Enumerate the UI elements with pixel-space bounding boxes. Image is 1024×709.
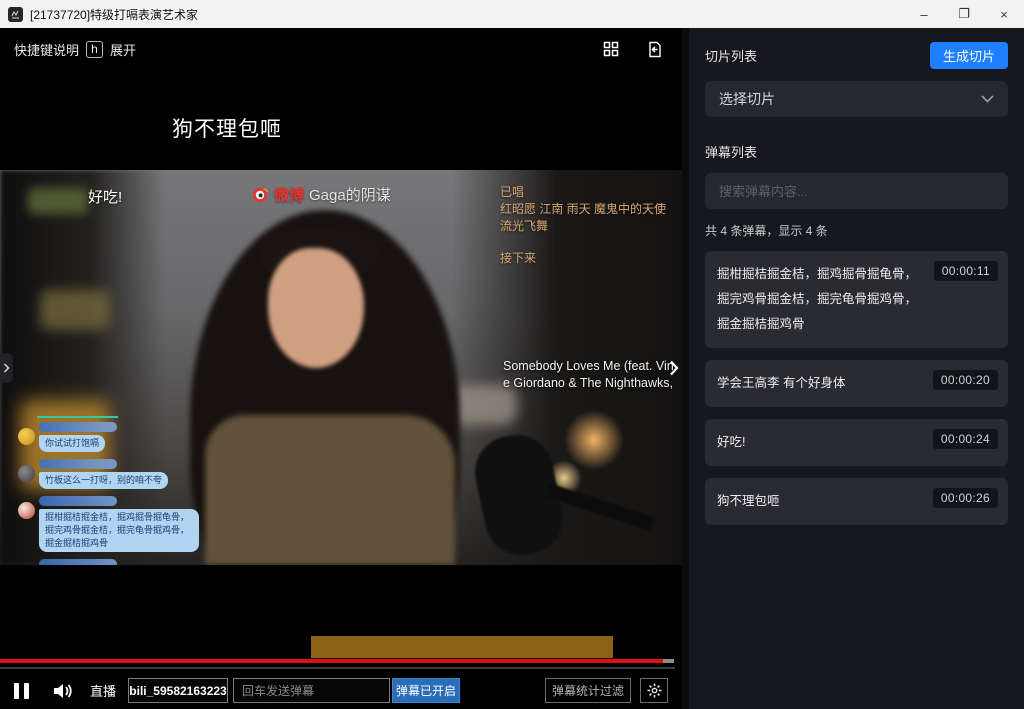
danmaku-search-input[interactable] — [705, 184, 1008, 199]
weibo-icon — [252, 186, 269, 203]
username-display: bili_59582163223 — [128, 678, 228, 703]
video-decor — [28, 188, 88, 214]
player-column: 快捷键说明 h 展开 — [0, 28, 682, 709]
app-icon — [8, 7, 23, 22]
generate-clip-button[interactable]: 生成切片 — [930, 42, 1008, 69]
chat-username-pill — [39, 459, 117, 469]
song-list-overlay: 已唱 红昭愿 江南 雨天 魔鬼中的天使 流光飞舞 接下来 — [500, 184, 666, 267]
danmaku-count-text: 共 4 条弹幕，显示 4 条 — [705, 222, 1008, 239]
shortcut-help-label: 快捷键说明 — [14, 40, 79, 59]
chat-message: 学会王高李 有个好身体 — [18, 559, 258, 565]
timestamp-badge: 00:00:20 — [933, 370, 998, 390]
weibo-account: Gaga的阴谋 — [309, 184, 391, 205]
sung-songs-line2: 流光飞舞 — [500, 218, 666, 235]
speaker-icon — [52, 682, 73, 700]
now-playing-overlay: Somebody Loves Me (feat. Vin e Giordano … — [503, 358, 674, 392]
main-area: 快捷键说明 h 展开 — [0, 28, 1024, 709]
live-label: 直播 — [90, 681, 116, 700]
right-panel-toggle[interactable] — [666, 355, 682, 381]
danmaku-overlay-title: 狗不理包咂 — [172, 113, 282, 143]
video-decor — [40, 290, 110, 330]
progress-bar-remainder — [663, 659, 674, 663]
chevron-right-icon — [3, 363, 10, 373]
expand-shortcuts-button[interactable]: 展开 — [110, 40, 136, 59]
player-toolbar: 快捷键说明 h 展开 — [0, 28, 682, 70]
timestamp-badge: 00:00:26 — [933, 488, 998, 508]
pause-button[interactable] — [14, 683, 36, 699]
danmaku-list-item[interactable]: 学会王高李 有个好身体 00:00:20 — [705, 360, 1008, 407]
close-button[interactable]: × — [984, 0, 1024, 28]
window-title: [21737720]特级打嗝表演艺术家 — [30, 6, 198, 23]
maximize-button[interactable]: ❐ — [944, 0, 984, 28]
avatar — [18, 502, 35, 519]
clip-export-icon[interactable] — [646, 40, 664, 58]
clip-select-label: 选择切片 — [719, 89, 775, 109]
settings-button[interactable] — [640, 678, 668, 703]
chevron-right-icon — [669, 360, 679, 376]
danmaku-list-item[interactable]: 掘柑掘桔掘金桔，掘鸡掘骨掘龟骨，掘完鸡骨掘金桔，掘完龟骨掘鸡骨，掘金掘桔掘鸡骨 … — [705, 251, 1008, 348]
chat-overlay: 你试试打饱嗝 竹板这么一打呀，别的咱不夸 — [18, 422, 258, 565]
chat-progress-line — [37, 416, 118, 418]
next-label: 接下来 — [500, 250, 666, 267]
progress-bar[interactable] — [0, 659, 663, 663]
streamer-face — [268, 248, 364, 368]
danmaku-list-title: 弹幕列表 — [705, 142, 1008, 161]
shortcut-key-badge: h — [86, 41, 103, 58]
chat-username-pill — [39, 559, 117, 565]
volume-button[interactable] — [52, 682, 76, 700]
danmaku-toggle-button[interactable]: 弹幕已开启 — [392, 678, 460, 703]
video-lamp-glow — [564, 410, 624, 470]
avatar — [18, 428, 35, 445]
chevron-down-icon — [981, 95, 994, 103]
window-titlebar: [21737720]特级打嗝表演艺术家 – ❐ × — [0, 0, 1024, 28]
sung-songs-line1: 红昭愿 江南 雨天 魔鬼中的天使 — [500, 201, 666, 218]
left-panel-toggle[interactable] — [0, 353, 13, 383]
live-video[interactable]: 好吃! 微博 Gaga的阴谋 已唱 红昭愿 江南 雨天 魔鬼中的天使 流光飞舞 — [0, 170, 682, 565]
gear-icon — [647, 683, 662, 698]
overlay-caption: 好吃! — [88, 186, 122, 207]
pause-icon — [24, 683, 29, 699]
weibo-banner: 微博 Gaga的阴谋 — [252, 184, 391, 205]
danmaku-list-item[interactable]: 好吃! 00:00:24 — [705, 419, 1008, 466]
clip-sidebar: 切片列表 生成切片 选择切片 弹幕列表 共 4 条弹幕，显示 4 条 掘柑掘桔掘… — [689, 28, 1024, 709]
chat-message: 你试试打饱嗝 — [18, 422, 258, 452]
chat-username-pill — [39, 422, 117, 432]
danmaku-input[interactable] — [233, 678, 390, 703]
pause-icon — [14, 683, 19, 699]
buffer-bar — [0, 667, 675, 669]
grid-layout-icon[interactable] — [602, 40, 620, 58]
danmaku-search-box — [705, 173, 1008, 209]
timestamp-badge: 00:00:11 — [934, 261, 998, 281]
chat-message: 竹板这么一打呀，别的咱不夸 — [18, 459, 258, 489]
danmaku-filter-button[interactable]: 弹幕统计过滤 — [545, 678, 631, 703]
danmaku-list: 掘柑掘桔掘金桔，掘鸡掘骨掘龟骨，掘完鸡骨掘金桔，掘完龟骨掘鸡骨，掘金掘桔掘鸡骨 … — [705, 251, 1008, 525]
danmaku-list-item[interactable]: 狗不理包咂 00:00:26 — [705, 478, 1008, 525]
danmaku-density-bar — [311, 636, 613, 658]
chat-username-pill — [39, 496, 117, 506]
clip-select-dropdown[interactable]: 选择切片 — [705, 81, 1008, 117]
timestamp-badge: 00:00:24 — [933, 429, 998, 449]
sung-label: 已唱 — [500, 184, 666, 201]
player-controls: 直播 bili_59582163223 弹幕已开启 弹幕统计过滤 — [0, 672, 682, 709]
avatar — [18, 465, 35, 482]
chat-message: 掘柑掘桔掘金桔，掘鸡掘骨掘龟骨，掘完鸡骨掘金桔，掘完龟骨掘鸡骨，掘金掘桔掘鸡骨 — [18, 496, 258, 552]
app-window: [21737720]特级打嗝表演艺术家 – ❐ × 快捷键说明 h 展开 — [0, 0, 1024, 709]
weibo-label: 微博 — [274, 184, 304, 205]
clip-list-title: 切片列表 — [705, 46, 757, 65]
minimize-button[interactable]: – — [904, 0, 944, 28]
